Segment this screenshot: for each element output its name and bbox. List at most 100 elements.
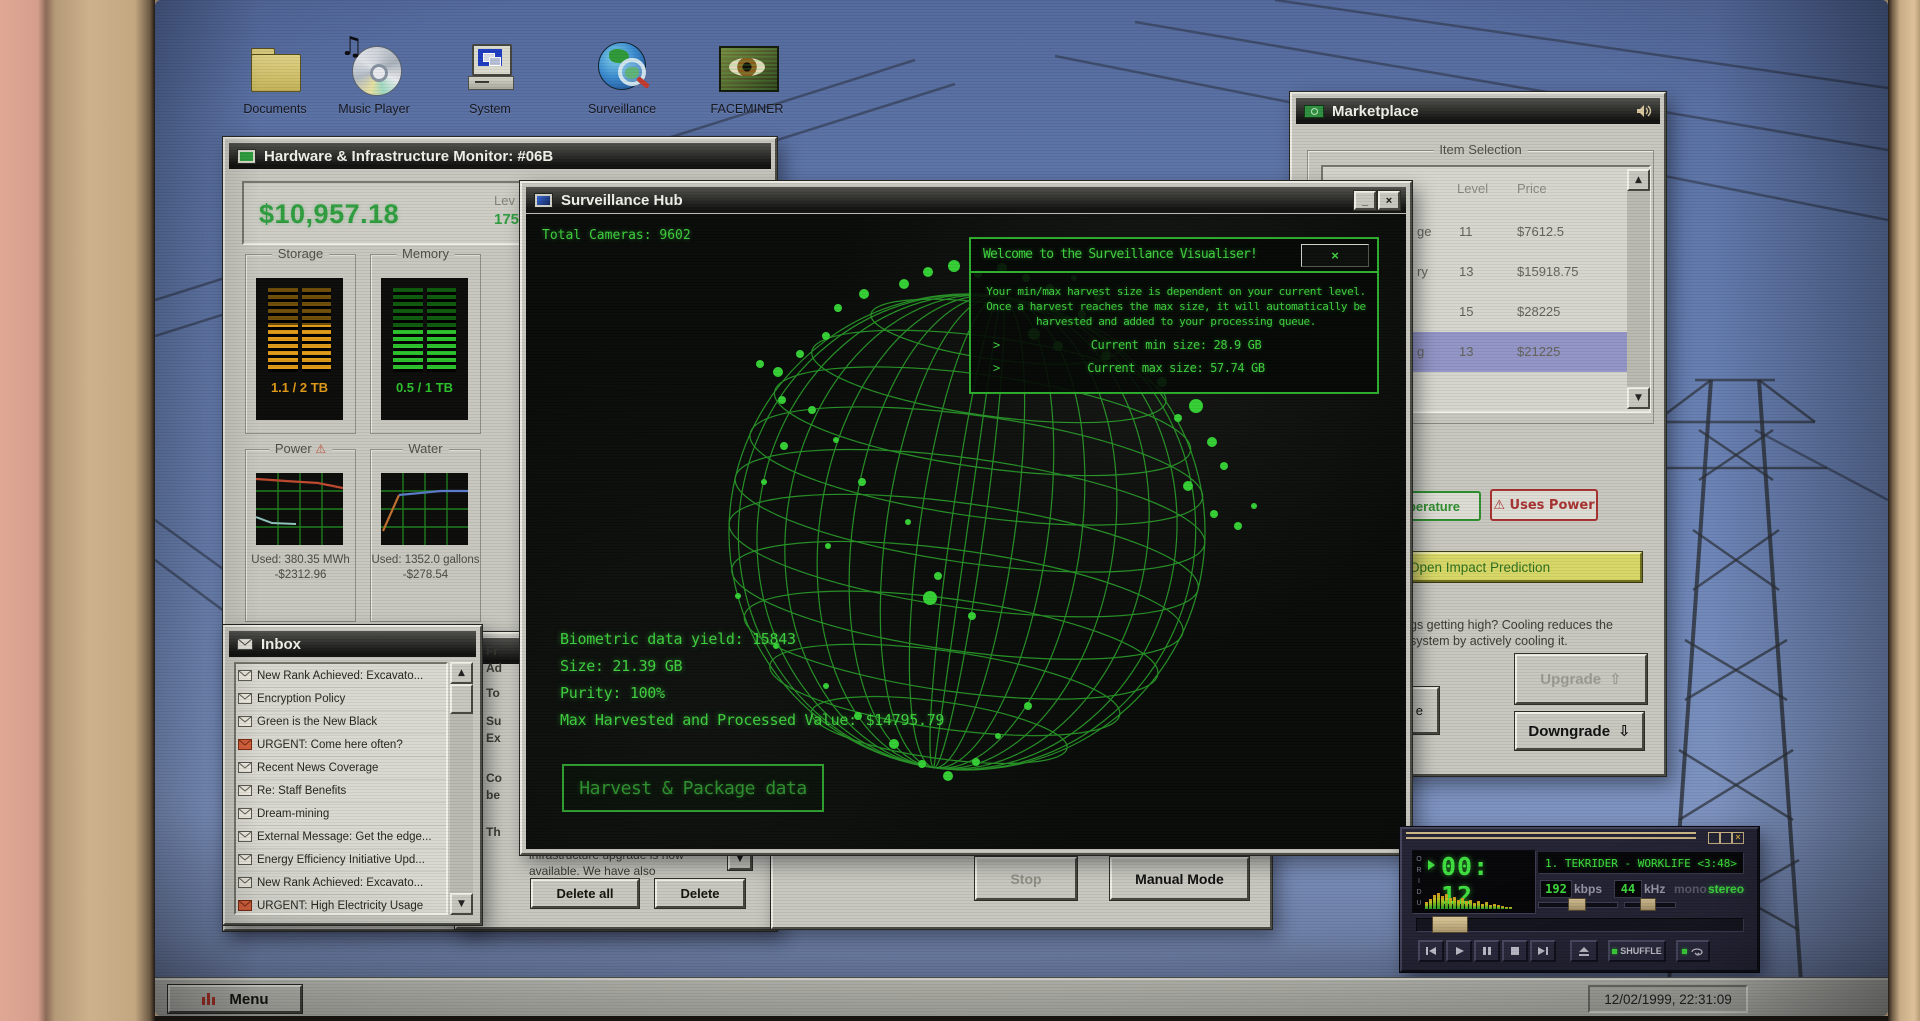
- inbox-row[interactable]: URGENT: Come here often?: [238, 733, 446, 757]
- icon-label: System: [435, 102, 545, 116]
- icon-label: FACEMINER: [692, 102, 802, 116]
- play-button[interactable]: [1446, 940, 1472, 962]
- welcome-dialog-header: Welcome to the Surveillance Visualiser! …: [971, 239, 1377, 273]
- envelope-icon: [238, 831, 252, 842]
- desktop-icon-documents[interactable]: Documents: [220, 40, 330, 135]
- delete-all-button[interactable]: Delete all: [531, 879, 639, 908]
- inbox-row[interactable]: New Rank Achieved: Excavato...: [238, 871, 446, 895]
- camera-dot: [796, 350, 804, 358]
- total-cameras: Total Cameras: 9602: [542, 228, 691, 243]
- camera-dot: [834, 304, 842, 312]
- power-chart: [256, 473, 343, 545]
- close-button[interactable]: ×: [1378, 191, 1400, 210]
- inbox-row[interactable]: Green is the New Black: [238, 710, 446, 734]
- camera-dot: [905, 519, 911, 525]
- scroll-down-button[interactable]: ▼: [450, 893, 473, 915]
- marketplace-scrollbar[interactable]: ▲ ▼: [1627, 169, 1650, 409]
- inbox-row[interactable]: Recent News Coverage: [238, 756, 446, 780]
- memory-meter: 0.5 / 1 TB: [381, 278, 468, 420]
- stereo-indicator: stereo: [1708, 882, 1744, 896]
- bitrate-value: 192: [1540, 880, 1572, 898]
- open-impact-prediction-button[interactable]: Open Impact Prediction: [1397, 552, 1642, 582]
- seek-handle[interactable]: [1432, 916, 1468, 933]
- item-name-fragment: ge: [1417, 224, 1431, 239]
- hardware-titlebar[interactable]: Hardware & Infrastructure Monitor: #06B: [229, 143, 771, 169]
- dialog-text: harvested and added to your processing q…: [979, 315, 1373, 328]
- balance-slider-handle[interactable]: [1568, 898, 1586, 911]
- icon-label: Documents: [220, 102, 330, 116]
- scroll-thumb[interactable]: [450, 684, 473, 714]
- computer-icon: [460, 40, 520, 98]
- eye-icon: [717, 40, 777, 98]
- player-close-button[interactable]: ×: [1732, 832, 1744, 844]
- email-subject: Re: Staff Benefits: [257, 785, 346, 797]
- envelope-icon: [238, 877, 252, 888]
- next-button[interactable]: [1530, 940, 1556, 962]
- item-level: 11: [1459, 224, 1473, 239]
- shuffle-button[interactable]: SHUFFLE: [1608, 940, 1666, 962]
- player-minimize-button[interactable]: [1708, 832, 1720, 844]
- delete-button[interactable]: Delete: [655, 879, 745, 908]
- volume-slider-handle[interactable]: [1640, 898, 1656, 911]
- item-level: 13: [1459, 344, 1473, 359]
- inbox-row[interactable]: Encryption Policy: [238, 687, 446, 711]
- desktop-icon-faceminer[interactable]: FACEMINER: [692, 40, 802, 135]
- player-shade-button[interactable]: [1720, 832, 1732, 844]
- loop-button[interactable]: [1676, 940, 1710, 962]
- manual-mode-button[interactable]: Manual Mode: [1110, 857, 1249, 900]
- processing-window: Stop Manual Mode: [771, 843, 1272, 929]
- envelope-icon: [238, 693, 252, 704]
- hub-titlebar[interactable]: Surveillance Hub: [526, 187, 1406, 213]
- stat-purity: Purity: 100%: [560, 680, 944, 707]
- water-cost: -$278.54: [359, 569, 492, 581]
- inbox-row[interactable]: URGENT: High Electricity Usage: [238, 894, 446, 915]
- camera-dot: [735, 593, 741, 599]
- desktop-icon-surveillance[interactable]: Surveillance: [567, 40, 677, 135]
- folder-icon: [245, 40, 305, 98]
- scroll-down-button[interactable]: ▼: [1627, 387, 1650, 409]
- minimize-button[interactable]: _: [1354, 191, 1376, 210]
- camera-dot: [948, 260, 960, 272]
- memory-label: Memory: [396, 246, 455, 261]
- desktop-icon-system[interactable]: System: [435, 40, 545, 135]
- inbox-row[interactable]: New Rank Achieved: Excavato...: [238, 664, 446, 688]
- scroll-up-button[interactable]: ▲: [450, 662, 473, 684]
- taskbar: Menu 12/02/1999, 22:31:09: [155, 978, 1888, 1016]
- pause-button[interactable]: [1474, 940, 1500, 962]
- camera-dot: [968, 612, 976, 620]
- stop-button[interactable]: Stop: [975, 857, 1077, 900]
- upgrade-button[interactable]: Upgrade⇧: [1515, 654, 1647, 704]
- downgrade-button[interactable]: Downgrade⇩: [1515, 712, 1644, 750]
- inbox-scrollbar[interactable]: ▲ ▼: [450, 662, 473, 915]
- camera-dot: [1251, 503, 1257, 509]
- camera-dot: [756, 360, 764, 368]
- menu-button[interactable]: Menu: [168, 985, 302, 1013]
- camera-dot: [972, 758, 980, 766]
- hub-viewport: Total Cameras: 9602 Biometric data yield…: [526, 214, 1406, 849]
- field-fragment: To: [486, 686, 500, 700]
- harvest-package-button[interactable]: Harvest & Package data: [562, 764, 824, 812]
- inbox-row[interactable]: External Message: Get the edge...: [238, 825, 446, 849]
- speaker-icon[interactable]: [1636, 104, 1652, 118]
- stop-button[interactable]: [1502, 940, 1528, 962]
- camera-dot: [918, 760, 926, 768]
- inbox-row[interactable]: Dream-mining: [238, 802, 446, 826]
- inbox-titlebar[interactable]: Inbox: [229, 631, 476, 657]
- item-level: 15: [1459, 304, 1473, 319]
- scroll-up-button[interactable]: ▲: [1627, 169, 1650, 191]
- column-price: Price: [1517, 181, 1547, 196]
- inbox-row[interactable]: Energy Efficiency Initiative Upd...: [238, 848, 446, 872]
- camera-dot: [773, 367, 783, 377]
- eject-button[interactable]: [1570, 940, 1598, 962]
- player-titlebar[interactable]: [1406, 832, 1696, 842]
- inbox-row[interactable]: Re: Staff Benefits: [238, 779, 446, 803]
- level-label-fragment: Lev: [494, 193, 515, 208]
- email-subject: New Rank Achieved: Excavato...: [257, 670, 423, 682]
- desktop-icon-music-player[interactable]: ♫ Music Player: [319, 40, 429, 135]
- dialog-close-button[interactable]: ×: [1301, 244, 1369, 267]
- previous-button[interactable]: [1418, 940, 1444, 962]
- level-value-fragment: 175: [494, 211, 519, 228]
- camera-dot: [1220, 462, 1228, 470]
- marketplace-titlebar[interactable]: Marketplace: [1296, 98, 1660, 124]
- email-subject: Encryption Policy: [257, 693, 345, 705]
